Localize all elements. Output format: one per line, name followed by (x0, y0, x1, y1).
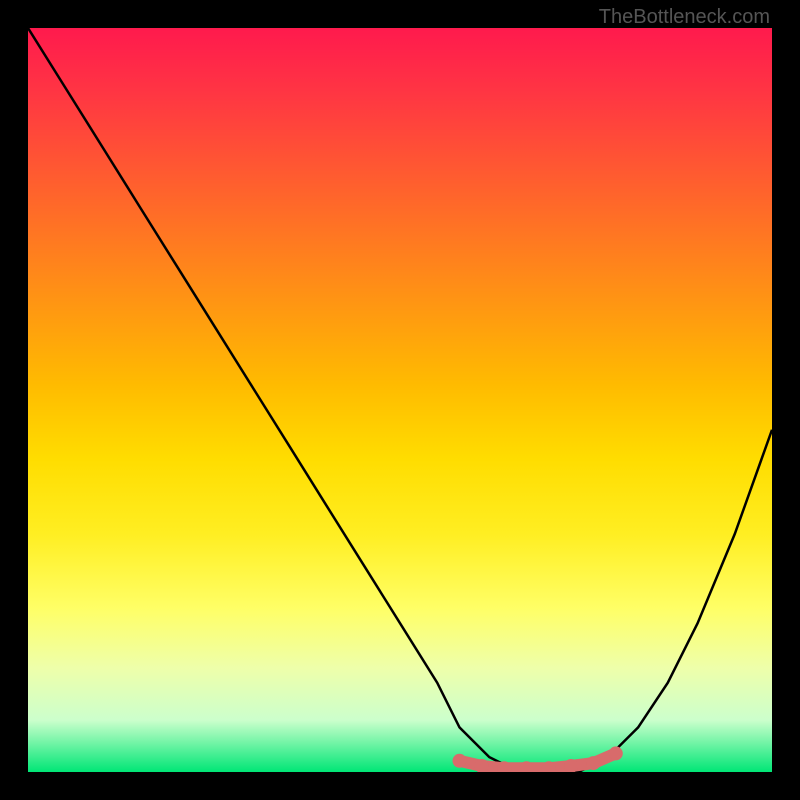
bottleneck-curve (28, 28, 772, 772)
watermark-text: TheBottleneck.com (599, 6, 770, 29)
